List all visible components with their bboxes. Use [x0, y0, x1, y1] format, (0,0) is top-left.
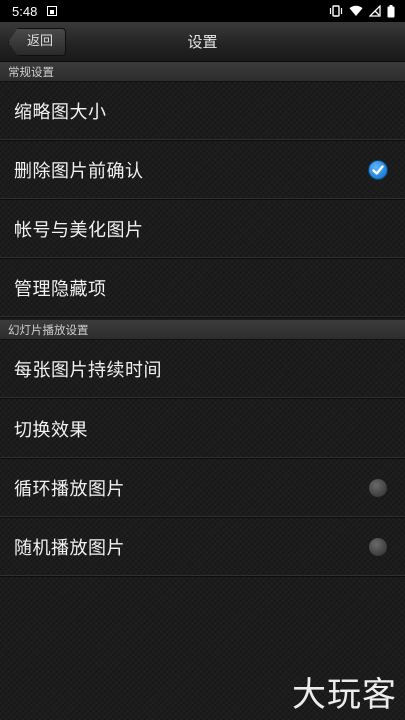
vibrate-icon — [329, 5, 343, 17]
item-label: 循环播放图片 — [14, 479, 125, 500]
list-item-account-beautify[interactable]: 帐号与美化图片 — [0, 200, 405, 259]
status-time: 5:48 — [12, 3, 38, 19]
status-bar: 5:48 — [0, 0, 405, 22]
list-item-confirm-delete[interactable]: 删除图片前确认 — [0, 141, 405, 200]
item-label: 每张图片持续时间 — [14, 360, 162, 381]
list-item-manage-hidden[interactable]: 管理隐藏项 — [0, 259, 405, 318]
item-label: 帐号与美化图片 — [14, 220, 144, 241]
section-header-slideshow: 幻灯片播放设置 — [0, 320, 405, 340]
item-label: 删除图片前确认 — [14, 161, 144, 182]
battery-icon — [387, 4, 395, 18]
list-item-thumbnail-size[interactable]: 缩略图大小 — [0, 82, 405, 141]
item-label: 随机播放图片 — [14, 538, 125, 559]
section-header-general: 常规设置 — [0, 62, 405, 82]
watermark: 大玩客 — [292, 675, 397, 715]
title-bar: 设置 返回 — [0, 22, 405, 62]
list-item-slide-duration[interactable]: 每张图片持续时间 — [0, 340, 405, 399]
status-icons — [329, 4, 395, 18]
list-item-random-playback[interactable]: 随机播放图片 — [0, 518, 405, 577]
checkbox-checked-icon[interactable] — [368, 160, 388, 180]
wifi-icon — [349, 5, 363, 17]
item-label: 缩略图大小 — [14, 102, 107, 123]
checkbox-unchecked-icon[interactable] — [368, 537, 388, 557]
list-item-loop-playback[interactable]: 循环播放图片 — [0, 459, 405, 518]
list-item-transition-effect[interactable]: 切换效果 — [0, 400, 405, 459]
checkbox-unchecked-icon[interactable] — [368, 478, 388, 498]
item-label: 管理隐藏项 — [14, 279, 107, 300]
notification-app-icon — [47, 6, 58, 16]
back-button[interactable]: 返回 — [8, 28, 67, 56]
settings-screen: 5:48 设置 返回 常规设置 缩略图大小 删除图片前确认 帐号与美化图片 管理… — [0, 0, 405, 720]
no-sim-icon — [369, 5, 381, 17]
item-label: 切换效果 — [14, 420, 88, 441]
